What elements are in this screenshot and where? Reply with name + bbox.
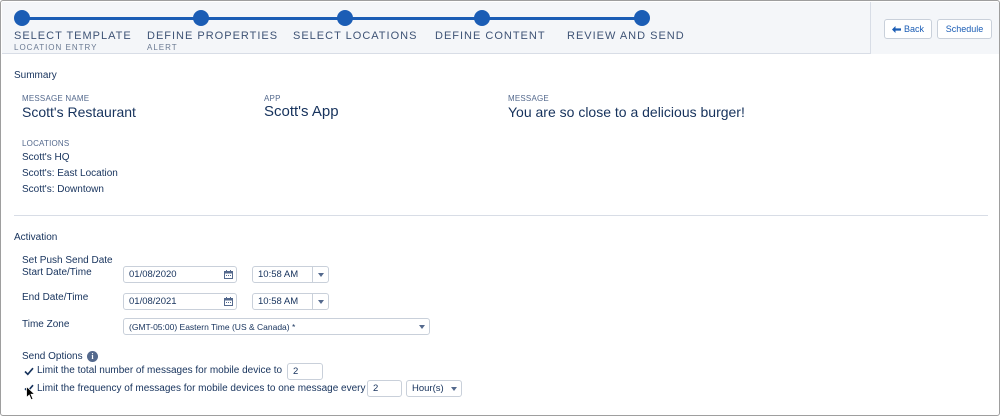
start-date-input[interactable]: 01/08/2020 bbox=[123, 266, 237, 283]
end-datetime-label: End Date/Time bbox=[22, 292, 89, 303]
step-label-review-and-send[interactable]: REVIEW AND SEND bbox=[567, 30, 685, 42]
step-label-define-content[interactable]: DEFINE CONTENT bbox=[435, 30, 546, 42]
step-dot-select-locations[interactable] bbox=[337, 10, 353, 26]
end-date-value: 01/08/2021 bbox=[129, 296, 177, 307]
summary-heading: Summary bbox=[14, 70, 57, 81]
limit-total-input[interactable]: 2 bbox=[287, 363, 323, 380]
step-sublabel-define-properties: ALERT bbox=[147, 43, 178, 52]
message-value: You are so close to a delicious burger! bbox=[508, 104, 745, 120]
schedule-button-label: Schedule bbox=[945, 24, 984, 34]
app-frame: SELECT TEMPLATE LOCATION ENTRY DEFINE PR… bbox=[0, 0, 1000, 416]
step-dot-define-properties[interactable] bbox=[193, 10, 209, 26]
limit-total-value: 2 bbox=[293, 366, 299, 377]
progress-line bbox=[21, 17, 643, 20]
start-time-value: 10:58 AM bbox=[258, 269, 299, 280]
end-date-input[interactable]: 01/08/2021 bbox=[123, 293, 237, 310]
time-zone-select[interactable]: (GMT-05:00) Eastern Time (US & Canada) * bbox=[123, 318, 430, 335]
step-dot-review-and-send[interactable] bbox=[634, 10, 650, 26]
end-time-value: 10:58 AM bbox=[258, 296, 299, 307]
limit-frequency-input[interactable]: 2 bbox=[367, 380, 402, 397]
step-label-define-properties[interactable]: DEFINE PROPERTIES bbox=[147, 30, 278, 42]
location-item: Scott's: Downtown bbox=[22, 184, 104, 195]
frequency-unit-select[interactable]: Hour(s) bbox=[406, 380, 462, 397]
start-datetime-label: Start Date/Time bbox=[22, 267, 92, 278]
end-time-select[interactable]: 10:58 AM bbox=[252, 293, 329, 310]
checkmark-icon bbox=[23, 367, 34, 376]
back-button[interactable]: Back bbox=[884, 19, 932, 39]
activation-heading: Activation bbox=[14, 232, 58, 243]
frequency-unit-value: Hour(s) bbox=[412, 383, 444, 394]
time-zone-value: (GMT-05:00) Eastern Time (US & Canada) * bbox=[129, 321, 296, 332]
arrow-left-icon bbox=[891, 25, 901, 33]
start-time-select[interactable]: 10:58 AM bbox=[252, 266, 329, 283]
location-item: Scott's HQ bbox=[22, 152, 70, 163]
step-dot-select-template[interactable] bbox=[14, 10, 30, 26]
schedule-button[interactable]: Schedule bbox=[937, 19, 992, 39]
wizard-actions: Back Schedule bbox=[870, 2, 999, 54]
section-divider bbox=[14, 215, 988, 216]
back-button-label: Back bbox=[903, 24, 924, 34]
calendar-icon[interactable] bbox=[220, 267, 236, 282]
limit-total-label: Limit the total number of messages for m… bbox=[37, 365, 283, 376]
step-dot-define-content[interactable] bbox=[474, 10, 490, 26]
location-item: Scott's: East Location bbox=[22, 168, 118, 179]
mouse-cursor-icon bbox=[26, 386, 36, 401]
push-send-date-label: Set Push Send Date bbox=[22, 255, 113, 266]
app-value: Scott's App bbox=[264, 103, 339, 120]
app-label: APP bbox=[264, 94, 281, 103]
start-date-value: 01/08/2020 bbox=[129, 269, 177, 280]
chevron-down-icon bbox=[312, 267, 328, 282]
message-name-value: Scott's Restaurant bbox=[22, 104, 136, 120]
limit-frequency-label: Limit the frequency of messages for mobi… bbox=[37, 383, 366, 394]
message-label: MESSAGE bbox=[508, 94, 549, 103]
time-zone-label: Time Zone bbox=[22, 319, 70, 330]
limit-total-checkbox[interactable] bbox=[23, 366, 34, 377]
step-label-select-locations[interactable]: SELECT LOCATIONS bbox=[293, 30, 417, 42]
step-label-select-template[interactable]: SELECT TEMPLATE bbox=[14, 30, 132, 42]
send-options-label: Send Options bbox=[22, 351, 83, 362]
chevron-down-icon bbox=[447, 381, 461, 396]
chevron-down-icon bbox=[415, 319, 429, 334]
step-sublabel-select-template: LOCATION ENTRY bbox=[14, 43, 98, 52]
info-icon[interactable]: i bbox=[87, 351, 98, 362]
calendar-icon[interactable] bbox=[220, 294, 236, 309]
message-name-label: MESSAGE NAME bbox=[22, 94, 90, 103]
wizard-progress: SELECT TEMPLATE LOCATION ENTRY DEFINE PR… bbox=[2, 2, 999, 54]
locations-label: LOCATIONS bbox=[22, 139, 70, 148]
limit-frequency-value: 2 bbox=[373, 383, 379, 394]
chevron-down-icon bbox=[312, 294, 328, 309]
